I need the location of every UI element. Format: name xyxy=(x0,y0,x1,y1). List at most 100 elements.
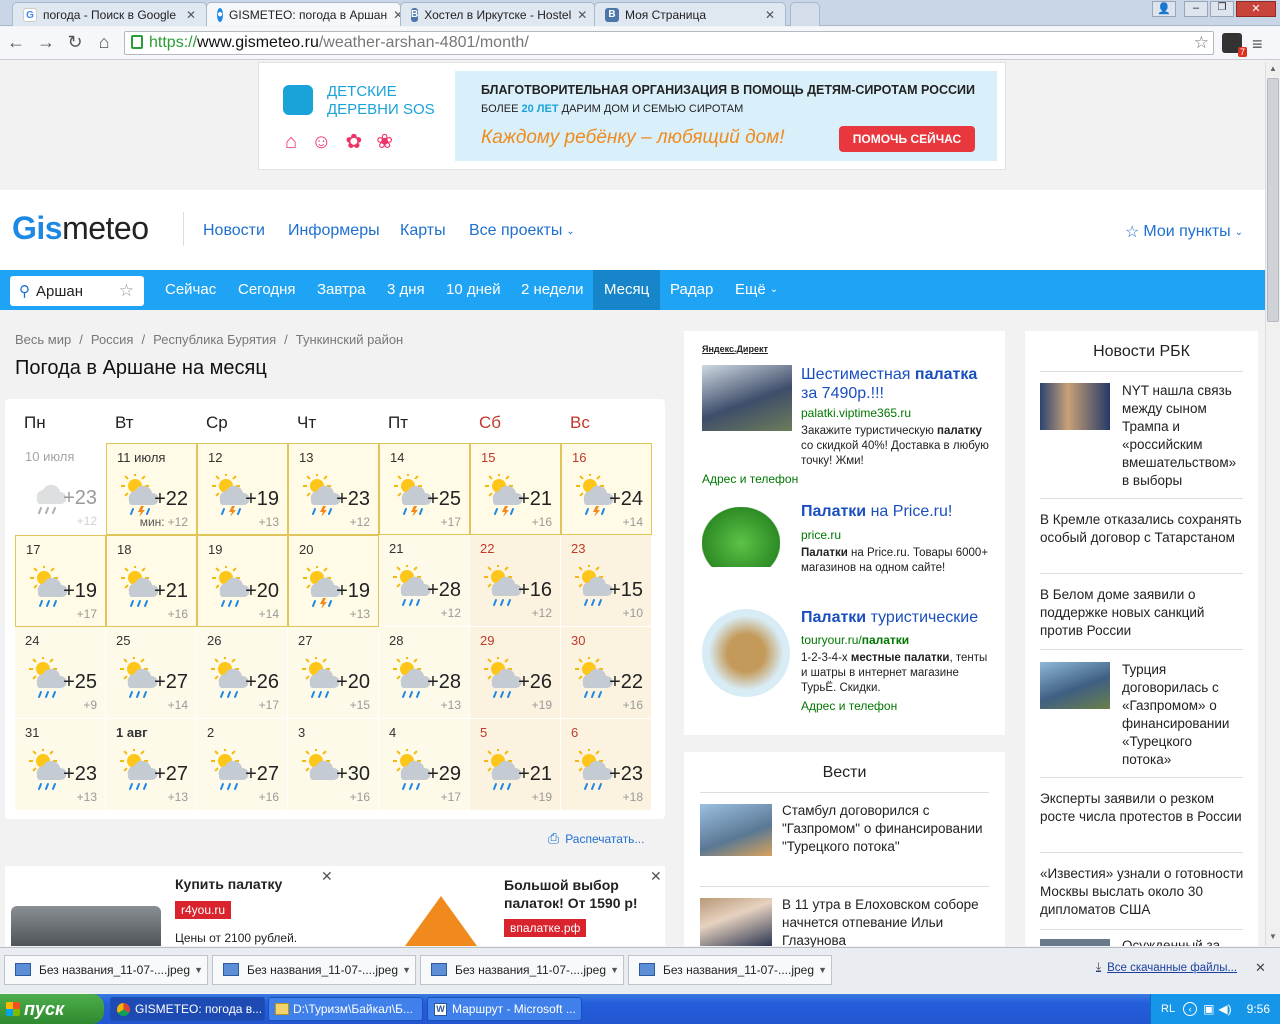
network-icon[interactable]: ▣ xyxy=(1203,1002,1214,1016)
calendar-day-cell[interactable]: 1 авг +27 +13 xyxy=(106,719,197,811)
calendar-day-cell[interactable]: 2 +27 +16 xyxy=(197,719,288,811)
chevron-left-icon[interactable]: ‹ xyxy=(1183,1002,1198,1016)
breadcrumb-tunkinsky[interactable]: Тункинский район xyxy=(296,332,403,347)
ad2-title[interactable]: Палатки на Price.ru! xyxy=(801,503,952,521)
menu-icon[interactable]: ≡ xyxy=(1252,34,1263,55)
language-indicator[interactable]: RL xyxy=(1161,1003,1175,1015)
calendar-day-cell[interactable]: 14 +25 +17 xyxy=(379,443,470,535)
ad-title-buy-tent[interactable]: Купить палатку xyxy=(175,876,282,892)
bookmark-star-icon[interactable]: ☆ xyxy=(1194,32,1209,54)
calendar-day-cell[interactable]: 21 +28 +12 xyxy=(379,535,470,627)
calendar-day-cell[interactable]: 29 +26 +19 xyxy=(470,627,561,719)
calendar-day-cell[interactable]: 5 +21 +19 xyxy=(470,719,561,811)
nav-maps[interactable]: Карты xyxy=(400,222,446,240)
calendar-day-cell[interactable]: 20 +19 +13 xyxy=(288,535,379,627)
download-item[interactable]: Без названия_11-07-....jpeg ▼ xyxy=(628,955,832,985)
calendar-day-cell[interactable]: 13 +23 +12 xyxy=(288,443,379,535)
reload-icon[interactable]: ↻ xyxy=(63,30,87,54)
calendar-day-cell[interactable]: 4 +29 +17 xyxy=(379,719,470,811)
ad3-title[interactable]: Палатки туристические xyxy=(801,609,978,627)
close-window-icon[interactable]: ✕ xyxy=(1236,1,1276,17)
rbk-news-item[interactable]: NYT нашла связь между сыном Трампа и «ро… xyxy=(1122,382,1244,490)
close-tab-icon[interactable]: ✕ xyxy=(387,8,400,22)
vesti-news-item[interactable]: Стамбул договорился с "Газпромом" о фина… xyxy=(782,802,992,856)
calendar-day-cell[interactable]: 15 +21 +16 xyxy=(470,443,561,535)
profile-icon[interactable]: 👤 xyxy=(1152,1,1176,17)
sos-banner-ad[interactable]: ДЕТСКИЕ ДЕРЕВНИ SOS ⌂☺✿❀ БЛАГОТВОРИТЕЛЬНА… xyxy=(258,62,1006,170)
ad2-domain[interactable]: price.ru xyxy=(801,528,841,542)
restore-icon[interactable]: ❐ xyxy=(1210,1,1234,17)
tab-radar[interactable]: Радар xyxy=(659,270,724,310)
sos-help-button[interactable]: ПОМОЧЬ СЕЙЧАС xyxy=(839,126,975,152)
close-tab-icon[interactable]: ✕ xyxy=(759,8,775,22)
calendar-day-cell[interactable]: 22 +16 +12 xyxy=(470,535,561,627)
rbk-news-item[interactable]: «Известия» узнали о готовности Москвы вы… xyxy=(1040,865,1245,919)
ad3-domain[interactable]: touryour.ru/палатки xyxy=(801,633,909,647)
breadcrumb-buryatia[interactable]: Республика Бурятия xyxy=(153,332,276,347)
rbk-news-item[interactable]: Эксперты заявили о резком росте числа пр… xyxy=(1040,790,1245,826)
calendar-day-cell[interactable]: 30 +22 +16 xyxy=(561,627,652,719)
calendar-day-cell[interactable]: 19 +20 +14 xyxy=(197,535,288,627)
city-search-input[interactable]: ⚲ Аршан ☆ xyxy=(10,276,144,306)
calendar-day-cell[interactable]: 17 +19 +17 xyxy=(15,535,106,627)
calendar-day-cell[interactable]: 27 +20 +15 xyxy=(288,627,379,719)
tab-tomorrow[interactable]: Завтра xyxy=(306,270,377,310)
tab-gismeteo[interactable]: ● GISMETEO: погода в Аршан ✕ xyxy=(206,2,401,26)
close-tab-icon[interactable]: ✕ xyxy=(180,8,196,22)
breadcrumb-world[interactable]: Весь мир xyxy=(15,332,71,347)
favorite-star-icon[interactable]: ☆ xyxy=(119,281,134,301)
tab-google-search[interactable]: G погода - Поиск в Google ✕ xyxy=(12,2,207,26)
calendar-day-cell[interactable]: 24 +25 +9 xyxy=(15,627,106,719)
close-downloads-icon[interactable]: ✕ xyxy=(1255,960,1266,976)
scrollbar-thumb[interactable] xyxy=(1267,78,1279,322)
download-item[interactable]: Без названия_11-07-....jpeg ▼ xyxy=(420,955,624,985)
close-ad-icon[interactable]: ✕ xyxy=(321,868,333,885)
tab-10-days[interactable]: 10 дней xyxy=(435,270,512,310)
forward-icon[interactable]: → xyxy=(34,30,58,54)
calendar-day-cell[interactable]: 11 июля +22 мин: +12 xyxy=(106,443,197,535)
start-button[interactable]: пуск xyxy=(0,994,104,1024)
yandex-direct-label[interactable]: Яндекс.Директ xyxy=(702,344,768,354)
calendar-day-cell[interactable]: 25 +27 +14 xyxy=(106,627,197,719)
calendar-day-cell[interactable]: 26 +26 +17 xyxy=(197,627,288,719)
taskbar-item-word[interactable]: W Маршрут - Microsoft ... xyxy=(427,997,582,1021)
volume-icon[interactable]: ◀) xyxy=(1218,1002,1231,1016)
tab-now[interactable]: Сейчас xyxy=(154,270,227,310)
all-downloads-link[interactable]: ⤓ Все скачанные файлы... xyxy=(1096,961,1237,974)
close-tab-icon[interactable]: ✕ xyxy=(571,8,587,22)
nav-informers[interactable]: Информеры xyxy=(288,222,380,240)
gismeteo-logo[interactable]: Gismeteo xyxy=(12,210,149,247)
nav-news[interactable]: Новости xyxy=(203,222,265,240)
calendar-day-cell[interactable]: 23 +15 +10 xyxy=(561,535,652,627)
home-icon[interactable]: ⌂ xyxy=(92,30,116,54)
calendar-day-cell[interactable]: 10 июля +23 +12 xyxy=(15,443,106,535)
download-item[interactable]: Без названия_11-07-....jpeg ▼ xyxy=(212,955,416,985)
taskbar-item-chrome[interactable]: GISMETEO: погода в... xyxy=(110,997,265,1021)
ad1-domain[interactable]: palatki.viptime365.ru xyxy=(801,406,911,420)
minimize-icon[interactable]: – xyxy=(1184,1,1208,17)
tab-3-days[interactable]: 3 дня xyxy=(376,270,436,310)
new-tab-button[interactable] xyxy=(790,2,820,26)
rbk-news-item[interactable]: Осужденный за xyxy=(1122,937,1244,946)
url-input[interactable]: https://www.gismeteo.ru/weather-arshan-4… xyxy=(124,31,1214,55)
tab-more[interactable]: Ещё ⌄ xyxy=(724,270,789,310)
tab-today[interactable]: Сегодня xyxy=(227,270,307,310)
ad1-title[interactable]: Шестиместная палатка за 7490р.!!! xyxy=(801,365,991,403)
calendar-day-cell[interactable]: 16 +24 +14 xyxy=(561,443,652,535)
page-scrollbar[interactable]: ▲ ▼ xyxy=(1265,62,1280,946)
extension-icon[interactable]: 7 xyxy=(1222,33,1247,57)
ad-domain-vpalatke[interactable]: впалатке.рф xyxy=(504,919,587,937)
ad3-address-link[interactable]: Адрес и телефон xyxy=(801,699,897,713)
calendar-day-cell[interactable]: 28 +28 +13 xyxy=(379,627,470,719)
my-points-button[interactable]: ☆ Мои пункты ⌄ xyxy=(1125,222,1243,242)
print-link[interactable]: ⎙ Распечатать... xyxy=(548,830,644,847)
vesti-news-item[interactable]: В 11 утра в Елоховском соборе начнется о… xyxy=(782,896,992,950)
clock[interactable]: 9:56 xyxy=(1247,1002,1270,1016)
calendar-day-cell[interactable]: 3 +30 +16 xyxy=(288,719,379,811)
ad-domain-r4you[interactable]: r4you.ru xyxy=(175,901,232,919)
back-icon[interactable]: ← xyxy=(4,30,28,54)
nav-all-projects[interactable]: Все проекты ⌄ xyxy=(469,222,575,240)
tab-2-weeks[interactable]: 2 недели xyxy=(510,270,595,310)
tab-vk-page[interactable]: B Моя Страница ✕ xyxy=(594,2,786,26)
tab-month[interactable]: Месяц xyxy=(593,270,661,310)
